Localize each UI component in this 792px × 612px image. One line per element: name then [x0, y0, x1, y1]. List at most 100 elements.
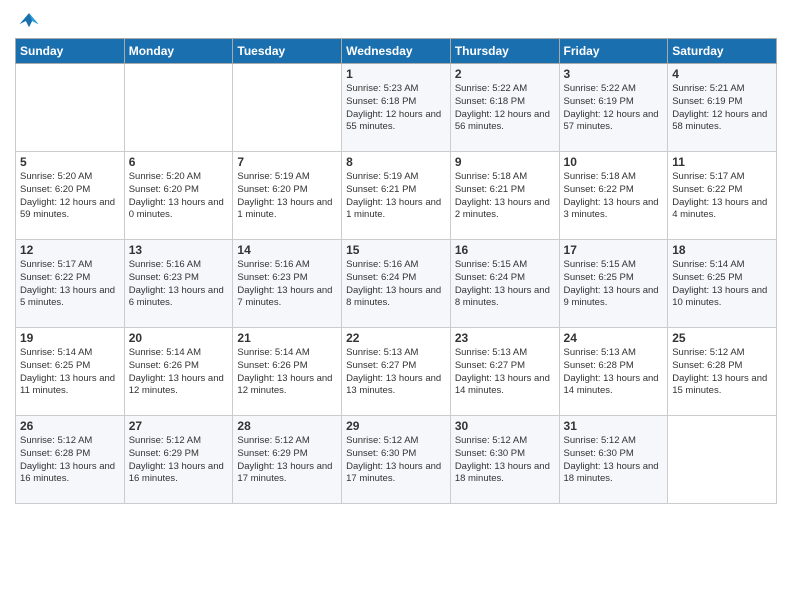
- calendar-week-row: 1 Sunrise: 5:23 AMSunset: 6:18 PMDaylight…: [16, 64, 777, 152]
- cell-info: Sunrise: 5:15 AMSunset: 6:25 PMDaylight:…: [564, 259, 664, 310]
- cell-info: Sunrise: 5:12 AMSunset: 6:30 PMDaylight:…: [564, 435, 664, 486]
- day-number: 10: [564, 155, 664, 169]
- calendar-cell: 20 Sunrise: 5:14 AMSunset: 6:26 PMDayligh…: [124, 328, 233, 416]
- day-number: 31: [564, 419, 664, 433]
- calendar-cell: [16, 64, 125, 152]
- day-number: 1: [346, 67, 446, 81]
- cell-info: Sunrise: 5:12 AMSunset: 6:29 PMDaylight:…: [237, 435, 337, 486]
- day-header-friday: Friday: [559, 39, 668, 64]
- day-number: 20: [129, 331, 229, 345]
- day-header-wednesday: Wednesday: [342, 39, 451, 64]
- cell-info: Sunrise: 5:12 AMSunset: 6:28 PMDaylight:…: [672, 347, 772, 398]
- calendar-cell: 6 Sunrise: 5:20 AMSunset: 6:20 PMDaylight…: [124, 152, 233, 240]
- cell-info: Sunrise: 5:18 AMSunset: 6:22 PMDaylight:…: [564, 171, 664, 222]
- day-number: 29: [346, 419, 446, 433]
- calendar-week-row: 19 Sunrise: 5:14 AMSunset: 6:25 PMDayligh…: [16, 328, 777, 416]
- day-number: 2: [455, 67, 555, 81]
- day-header-thursday: Thursday: [450, 39, 559, 64]
- calendar-cell: 10 Sunrise: 5:18 AMSunset: 6:22 PMDayligh…: [559, 152, 668, 240]
- cell-info: Sunrise: 5:12 AMSunset: 6:30 PMDaylight:…: [346, 435, 446, 486]
- day-number: 9: [455, 155, 555, 169]
- calendar-cell: 3Sunrise: 5:22 AMSunset: 6:19 PMDaylight…: [559, 64, 668, 152]
- calendar-cell: 15 Sunrise: 5:16 AMSunset: 6:24 PMDayligh…: [342, 240, 451, 328]
- calendar-cell: [124, 64, 233, 152]
- day-number: 22: [346, 331, 446, 345]
- cell-info: Sunrise: 5:17 AMSunset: 6:22 PMDaylight:…: [20, 259, 120, 310]
- day-number: 25: [672, 331, 772, 345]
- cell-info: Sunrise: 5:14 AMSunset: 6:26 PMDaylight:…: [237, 347, 337, 398]
- day-number: 18: [672, 243, 772, 257]
- calendar-cell: 14 Sunrise: 5:16 AMSunset: 6:23 PMDayligh…: [233, 240, 342, 328]
- cell-info: Sunrise: 5:20 AMSunset: 6:20 PMDaylight:…: [129, 171, 229, 222]
- day-number: 6: [129, 155, 229, 169]
- cell-info: Sunrise: 5:21 AMSunset: 6:19 PMDaylight:…: [672, 83, 772, 134]
- day-header-saturday: Saturday: [668, 39, 777, 64]
- calendar-cell: 13Sunrise: 5:16 AMSunset: 6:23 PMDayligh…: [124, 240, 233, 328]
- day-number: 7: [237, 155, 337, 169]
- cell-info: Sunrise: 5:16 AMSunset: 6:24 PMDaylight:…: [346, 259, 446, 310]
- day-number: 3: [564, 67, 664, 81]
- day-number: 11: [672, 155, 772, 169]
- logo-bird-icon: [15, 10, 43, 32]
- calendar-cell: 16 Sunrise: 5:15 AMSunset: 6:24 PMDayligh…: [450, 240, 559, 328]
- day-number: 8: [346, 155, 446, 169]
- day-number: 19: [20, 331, 120, 345]
- calendar-cell: 27 Sunrise: 5:12 AMSunset: 6:29 PMDayligh…: [124, 416, 233, 504]
- calendar-cell: 1 Sunrise: 5:23 AMSunset: 6:18 PMDaylight…: [342, 64, 451, 152]
- calendar-week-row: 12 Sunrise: 5:17 AMSunset: 6:22 PMDayligh…: [16, 240, 777, 328]
- day-number: 17: [564, 243, 664, 257]
- cell-info: Sunrise: 5:14 AMSunset: 6:26 PMDaylight:…: [129, 347, 229, 398]
- calendar-cell: 28 Sunrise: 5:12 AMSunset: 6:29 PMDayligh…: [233, 416, 342, 504]
- cell-info: Sunrise: 5:23 AMSunset: 6:18 PMDaylight:…: [346, 83, 446, 134]
- day-number: 30: [455, 419, 555, 433]
- cell-info: Sunrise: 5:12 AMSunset: 6:28 PMDaylight:…: [20, 435, 120, 486]
- calendar-week-row: 5Sunrise: 5:20 AMSunset: 6:20 PMDaylight…: [16, 152, 777, 240]
- cell-info: Sunrise: 5:14 AMSunset: 6:25 PMDaylight:…: [20, 347, 120, 398]
- calendar-cell: [233, 64, 342, 152]
- calendar-cell: 23 Sunrise: 5:13 AMSunset: 6:27 PMDayligh…: [450, 328, 559, 416]
- calendar-cell: 25 Sunrise: 5:12 AMSunset: 6:28 PMDayligh…: [668, 328, 777, 416]
- header: [15, 10, 777, 32]
- calendar-table: SundayMondayTuesdayWednesdayThursdayFrid…: [15, 38, 777, 504]
- day-number: 23: [455, 331, 555, 345]
- calendar-cell: 30Sunrise: 5:12 AMSunset: 6:30 PMDayligh…: [450, 416, 559, 504]
- calendar-cell: 29 Sunrise: 5:12 AMSunset: 6:30 PMDayligh…: [342, 416, 451, 504]
- day-number: 12: [20, 243, 120, 257]
- calendar-cell: [668, 416, 777, 504]
- cell-info: Sunrise: 5:13 AMSunset: 6:27 PMDaylight:…: [346, 347, 446, 398]
- calendar-cell: 5Sunrise: 5:20 AMSunset: 6:20 PMDaylight…: [16, 152, 125, 240]
- cell-info: Sunrise: 5:14 AMSunset: 6:25 PMDaylight:…: [672, 259, 772, 310]
- calendar-cell: 24 Sunrise: 5:13 AMSunset: 6:28 PMDayligh…: [559, 328, 668, 416]
- cell-info: Sunrise: 5:17 AMSunset: 6:22 PMDaylight:…: [672, 171, 772, 222]
- cell-info: Sunrise: 5:12 AMSunset: 6:29 PMDaylight:…: [129, 435, 229, 486]
- logo: [15, 10, 47, 32]
- cell-info: Sunrise: 5:15 AMSunset: 6:24 PMDaylight:…: [455, 259, 555, 310]
- cell-info: Sunrise: 5:19 AMSunset: 6:21 PMDaylight:…: [346, 171, 446, 222]
- cell-info: Sunrise: 5:13 AMSunset: 6:27 PMDaylight:…: [455, 347, 555, 398]
- calendar-cell: 4 Sunrise: 5:21 AMSunset: 6:19 PMDaylight…: [668, 64, 777, 152]
- day-number: 16: [455, 243, 555, 257]
- day-number: 28: [237, 419, 337, 433]
- cell-info: Sunrise: 5:22 AMSunset: 6:18 PMDaylight:…: [455, 83, 555, 134]
- day-number: 13: [129, 243, 229, 257]
- calendar-cell: 22 Sunrise: 5:13 AMSunset: 6:27 PMDayligh…: [342, 328, 451, 416]
- cell-info: Sunrise: 5:20 AMSunset: 6:20 PMDaylight:…: [20, 171, 120, 222]
- cell-info: Sunrise: 5:13 AMSunset: 6:28 PMDaylight:…: [564, 347, 664, 398]
- day-number: 27: [129, 419, 229, 433]
- calendar-week-row: 26 Sunrise: 5:12 AMSunset: 6:28 PMDayligh…: [16, 416, 777, 504]
- day-number: 26: [20, 419, 120, 433]
- day-number: 24: [564, 331, 664, 345]
- calendar-cell: 7Sunrise: 5:19 AMSunset: 6:20 PMDaylight…: [233, 152, 342, 240]
- day-header-monday: Monday: [124, 39, 233, 64]
- day-number: 15: [346, 243, 446, 257]
- day-number: 4: [672, 67, 772, 81]
- calendar-cell: 21 Sunrise: 5:14 AMSunset: 6:26 PMDayligh…: [233, 328, 342, 416]
- day-number: 14: [237, 243, 337, 257]
- cell-info: Sunrise: 5:18 AMSunset: 6:21 PMDaylight:…: [455, 171, 555, 222]
- calendar-cell: 8 Sunrise: 5:19 AMSunset: 6:21 PMDaylight…: [342, 152, 451, 240]
- day-number: 21: [237, 331, 337, 345]
- calendar-cell: 2 Sunrise: 5:22 AMSunset: 6:18 PMDaylight…: [450, 64, 559, 152]
- cell-info: Sunrise: 5:16 AMSunset: 6:23 PMDaylight:…: [237, 259, 337, 310]
- day-header-tuesday: Tuesday: [233, 39, 342, 64]
- calendar-cell: 12 Sunrise: 5:17 AMSunset: 6:22 PMDayligh…: [16, 240, 125, 328]
